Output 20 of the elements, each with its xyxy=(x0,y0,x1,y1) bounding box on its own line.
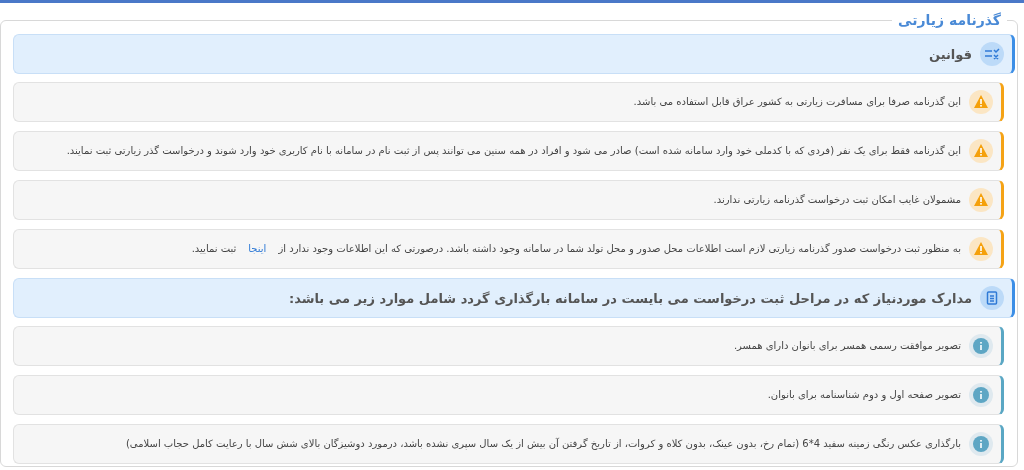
document-icon xyxy=(980,286,1004,310)
notice-text: این گذرنامه فقط برای یک نفر (فردی که با کدملی خود وارد سامانه شده است) صادر می شود و افراد در همه سنین می توانند پس از ثبت نام در سامانه با نام کاربری خود وارد شوند و درخواست گذر زیارتی ثبت نمایند. xyxy=(66,144,961,158)
notice-text: تصویر موافقت رسمی همسر برای بانوان دارای همسر. xyxy=(733,339,961,353)
warning-icon xyxy=(969,188,993,212)
info-icon xyxy=(969,334,993,358)
warning-icon xyxy=(969,237,993,261)
notice-text: بارگذاری عکس رنگی زمینه سفید 4*6 (تمام رخ، بدون عینک، بدون کلاه و کروات، از تاریخ گرفتن آن بیش از یک سال سپری نشده باشد، درمورد دوشیزگان بالای شش سال با رعایت کامل حجاب اسلامی) xyxy=(125,437,961,451)
here-link[interactable]: اینجا xyxy=(248,243,267,254)
warning-icon xyxy=(969,139,993,163)
section-title: مدارک موردنیاز که در مراحل ثبت درخواست می بایست در سامانه بارگذاری گردد شامل موارد زیر می باشد: xyxy=(289,290,972,306)
info-icon xyxy=(969,383,993,407)
panel-title: گذرنامه زیارتی xyxy=(897,13,1002,28)
notice-text: تصویر صفحه اول و دوم شناسنامه برای بانوان. xyxy=(767,388,961,402)
info-icon xyxy=(969,432,993,456)
section-title: قوانین xyxy=(929,46,972,62)
checklist-icon xyxy=(980,42,1004,66)
notice-text: این گذرنامه صرفا برای مسافرت زیارتی به کشور عراق قابل استفاده می باشد. xyxy=(633,95,961,109)
notice-text: به منظور ثبت درخواست صدور گذرنامه زیارتی لازم است اطلاعات محل صدور و محل تولد شما در سامانه وجود داشته باشد. درصورتی که این اطلاعات وجود ندارد از اینجا ثبت نمایید. xyxy=(191,242,961,256)
warning-icon xyxy=(969,90,993,114)
notice-text: مشمولان غایب امکان ثبت درخواست گذرنامه زیارتی ندارند. xyxy=(713,193,961,207)
